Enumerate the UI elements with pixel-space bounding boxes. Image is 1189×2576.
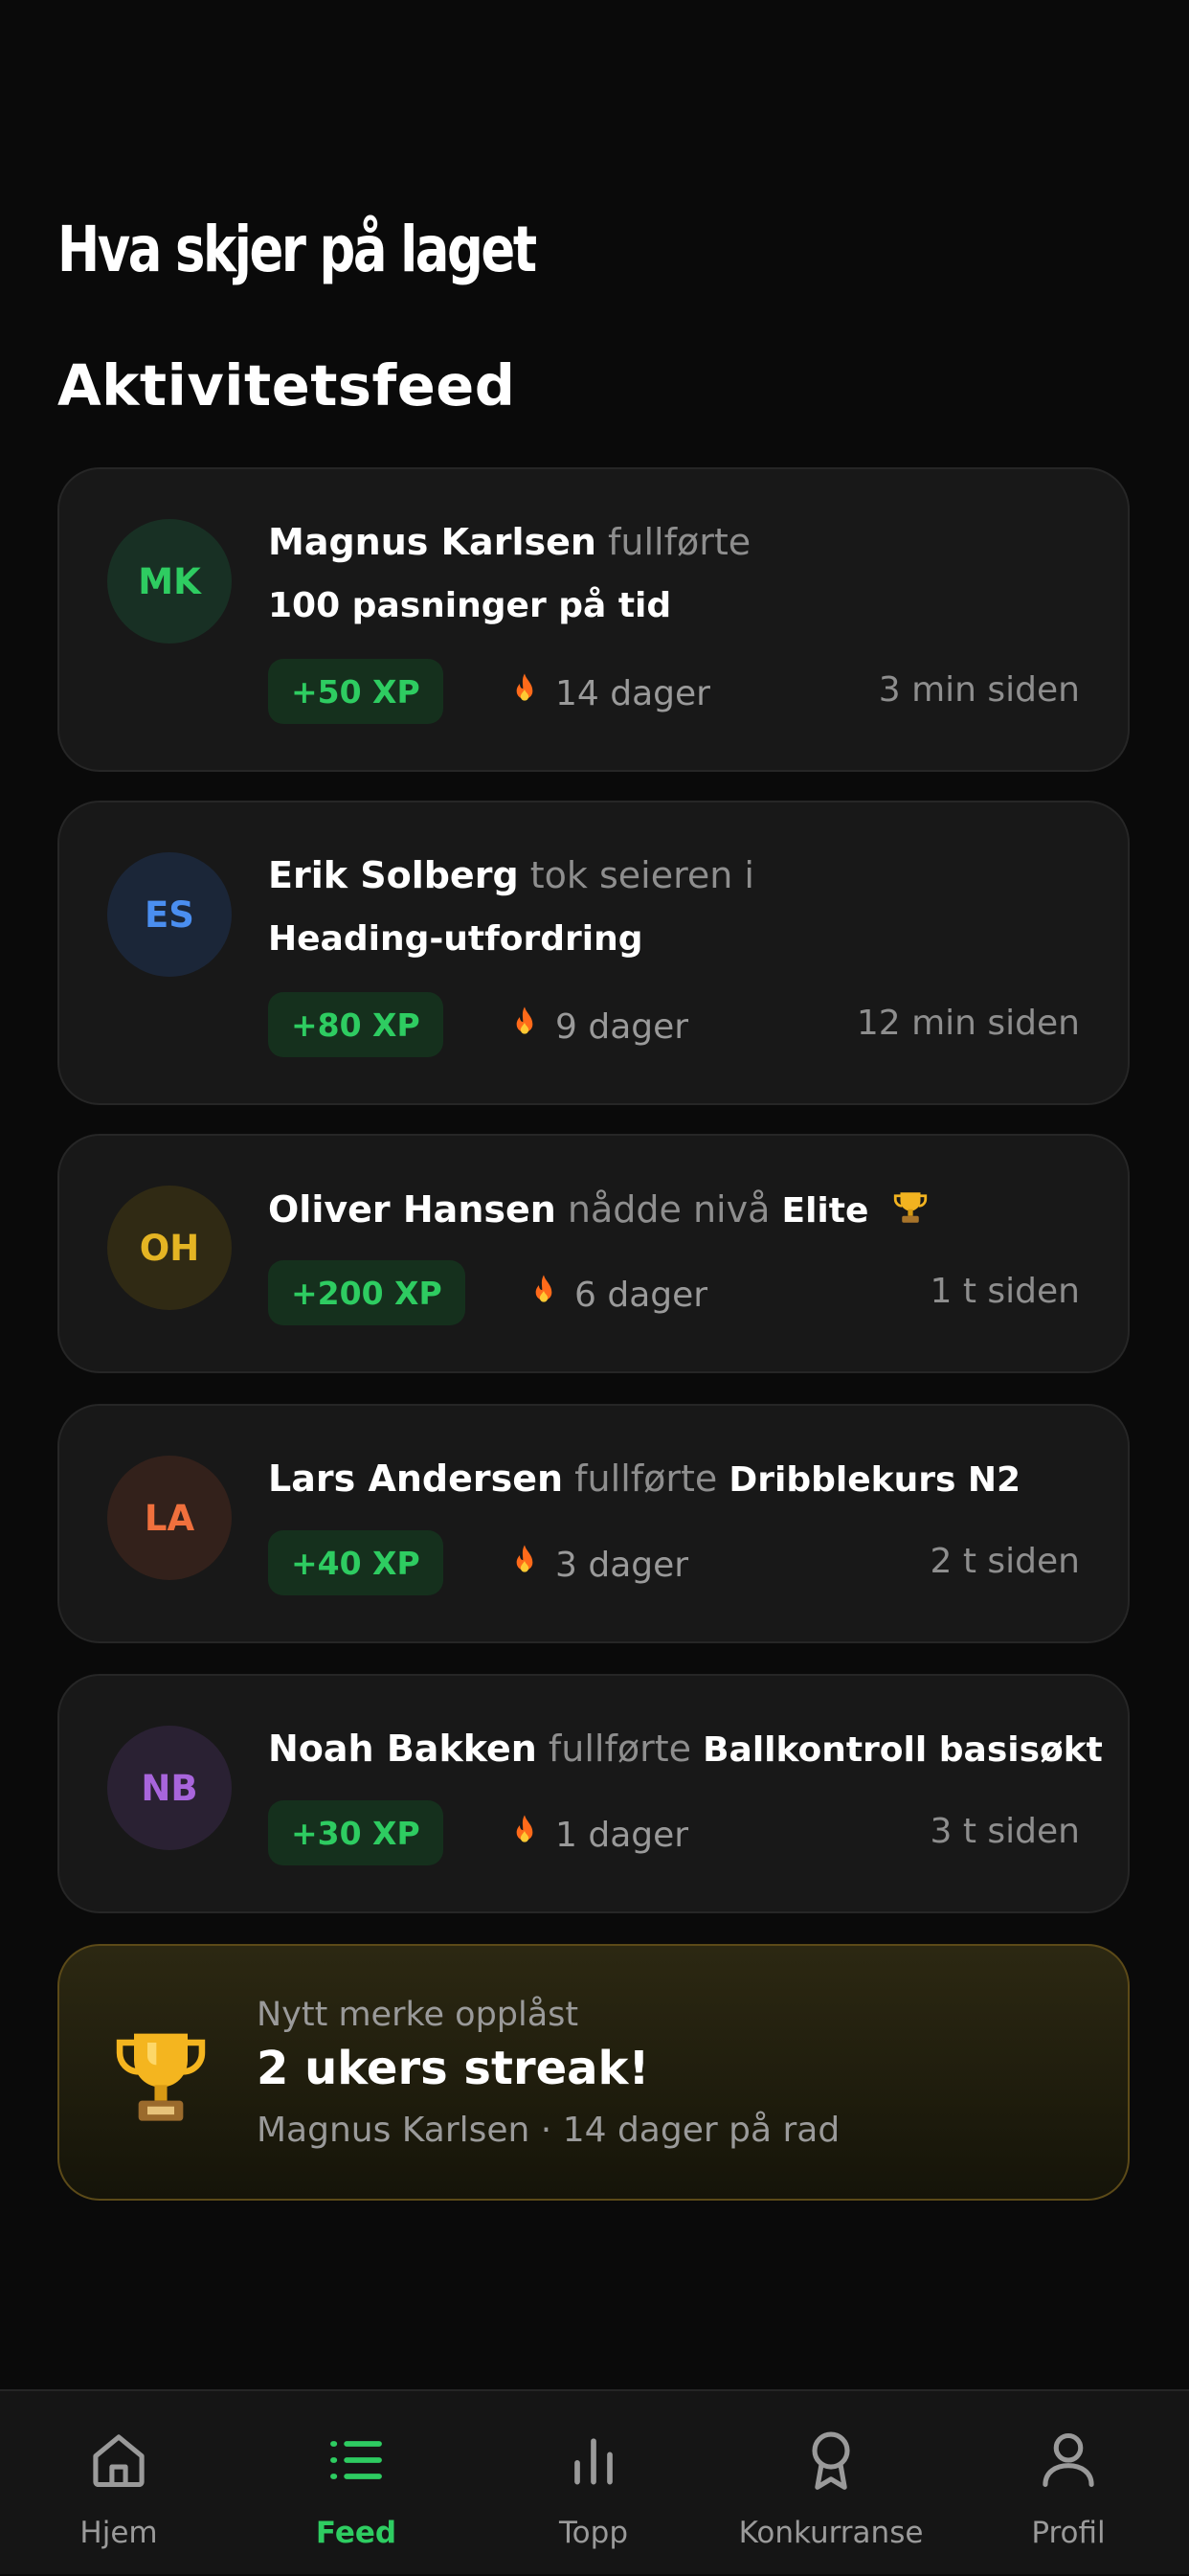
activity-object: 100 pasninger på tid bbox=[268, 586, 672, 625]
player-name[interactable]: Noah Bakken bbox=[268, 1728, 537, 1770]
avatar-initials: OH bbox=[139, 1227, 200, 1269]
timestamp: 2 t siden bbox=[930, 1542, 1080, 1581]
home-icon bbox=[86, 2428, 151, 2493]
award-icon bbox=[798, 2428, 864, 2493]
flame-icon bbox=[505, 1812, 544, 1859]
streak-text: 6 dager bbox=[574, 1276, 708, 1315]
badge-kicker: Nytt merke opplåst bbox=[257, 1996, 579, 2034]
streak: 3 dager bbox=[505, 1542, 688, 1589]
tab-feed[interactable]: Feed bbox=[237, 2391, 475, 2576]
xp-badge: +30 XP bbox=[268, 1800, 443, 1865]
activity-object: Elite bbox=[781, 1191, 869, 1231]
streak: 1 dager bbox=[505, 1812, 688, 1859]
tab-competition[interactable]: Konkurranse bbox=[712, 2391, 950, 2576]
player-name[interactable]: Erik Solberg bbox=[268, 854, 519, 896]
badge-subtitle: Magnus Karlsen · 14 dager på rad bbox=[257, 2111, 841, 2150]
activity-verb: fullførte bbox=[608, 521, 752, 563]
tab-label: Feed bbox=[315, 2516, 397, 2550]
player-name[interactable]: Magnus Karlsen bbox=[268, 521, 596, 563]
flame-icon bbox=[505, 670, 544, 717]
section-title: Aktivitetsfeed bbox=[57, 352, 516, 418]
trophy-icon bbox=[107, 2022, 214, 2130]
list-icon bbox=[324, 2428, 389, 2493]
avatar-initials: ES bbox=[145, 893, 194, 936]
avatar-initials: MK bbox=[138, 560, 201, 602]
feed-card[interactable]: NB Noah Bakken fullførte Ballkontroll ba… bbox=[57, 1674, 1130, 1913]
user-icon bbox=[1036, 2428, 1101, 2493]
avatar: ES bbox=[107, 852, 232, 977]
bar-chart-icon bbox=[561, 2428, 626, 2493]
badge-title: 2 ukers streak! bbox=[257, 2042, 650, 2095]
trophy-icon bbox=[890, 1187, 931, 1236]
activity-line: Erik Solberg tok seieren i bbox=[268, 854, 754, 896]
activity-line: Lars Andersen fullførte Dribblekurs N2 bbox=[268, 1457, 1021, 1500]
activity-object: Dribblekurs N2 bbox=[729, 1460, 1021, 1500]
player-name[interactable]: Oliver Hansen bbox=[268, 1188, 556, 1231]
streak: 9 dager bbox=[505, 1004, 688, 1051]
avatar-initials: LA bbox=[144, 1497, 195, 1539]
xp-badge: +80 XP bbox=[268, 992, 443, 1057]
timestamp: 1 t siden bbox=[930, 1272, 1080, 1311]
flame-icon bbox=[505, 1542, 544, 1589]
tab-label: Hjem bbox=[79, 2516, 158, 2550]
tab-profile[interactable]: Profil bbox=[950, 2391, 1187, 2576]
avatar: NB bbox=[107, 1726, 232, 1850]
activity-verb: fullførte bbox=[548, 1728, 691, 1770]
tab-label: Konkurranse bbox=[738, 2516, 924, 2550]
activity-object: Heading-utfordring bbox=[268, 919, 643, 959]
activity-line: Magnus Karlsen fullførte bbox=[268, 521, 751, 563]
xp-badge: +40 XP bbox=[268, 1530, 443, 1595]
feed-card[interactable]: MK Magnus Karlsen fullførte 100 pasninge… bbox=[57, 467, 1130, 772]
tab-home[interactable]: Hjem bbox=[0, 2391, 237, 2576]
player-name[interactable]: Lars Andersen bbox=[268, 1457, 563, 1500]
streak-text: 3 dager bbox=[555, 1546, 689, 1585]
streak-text: 14 dager bbox=[555, 674, 710, 713]
activity-line: Oliver Hansen nådde nivå Elite bbox=[268, 1187, 931, 1236]
bottom-tab-bar: Hjem Feed Topp Konkurranse Profil bbox=[0, 2389, 1189, 2574]
flame-icon bbox=[505, 1004, 544, 1051]
tab-label: Topp bbox=[559, 2516, 628, 2550]
streak: 6 dager bbox=[525, 1272, 707, 1319]
badge-unlocked-card[interactable]: Nytt merke opplåst 2 ukers streak! Magnu… bbox=[57, 1944, 1130, 2201]
xp-badge: +50 XP bbox=[268, 659, 443, 724]
activity-verb: nådde nivå bbox=[567, 1188, 771, 1231]
avatar: MK bbox=[107, 519, 232, 644]
feed-card[interactable]: OH Oliver Hansen nådde nivå Elite +200 X… bbox=[57, 1134, 1130, 1373]
tab-label: Profil bbox=[1031, 2516, 1106, 2550]
activity-object: Ballkontroll basisøkt bbox=[703, 1730, 1103, 1770]
timestamp: 3 t siden bbox=[930, 1812, 1080, 1851]
feed-card[interactable]: LA Lars Andersen fullførte Dribblekurs N… bbox=[57, 1404, 1130, 1643]
feed-card[interactable]: ES Erik Solberg tok seieren i Heading-ut… bbox=[57, 801, 1130, 1105]
activity-line: Noah Bakken fullførte Ballkontroll basis… bbox=[268, 1728, 1103, 1770]
activity-verb: fullførte bbox=[574, 1457, 718, 1500]
timestamp: 3 min siden bbox=[878, 670, 1080, 710]
tab-top[interactable]: Topp bbox=[475, 2391, 712, 2576]
page-title: Hva skjer på laget bbox=[57, 213, 537, 286]
streak-text: 9 dager bbox=[555, 1007, 689, 1047]
activity-verb: tok seieren i bbox=[529, 854, 754, 896]
timestamp: 12 min siden bbox=[856, 1004, 1080, 1043]
flame-icon bbox=[525, 1272, 563, 1319]
xp-badge: +200 XP bbox=[268, 1260, 465, 1325]
streak-text: 1 dager bbox=[555, 1816, 689, 1855]
avatar-initials: NB bbox=[141, 1767, 198, 1809]
avatar: OH bbox=[107, 1186, 232, 1310]
streak: 14 dager bbox=[505, 670, 710, 717]
avatar: LA bbox=[107, 1456, 232, 1580]
